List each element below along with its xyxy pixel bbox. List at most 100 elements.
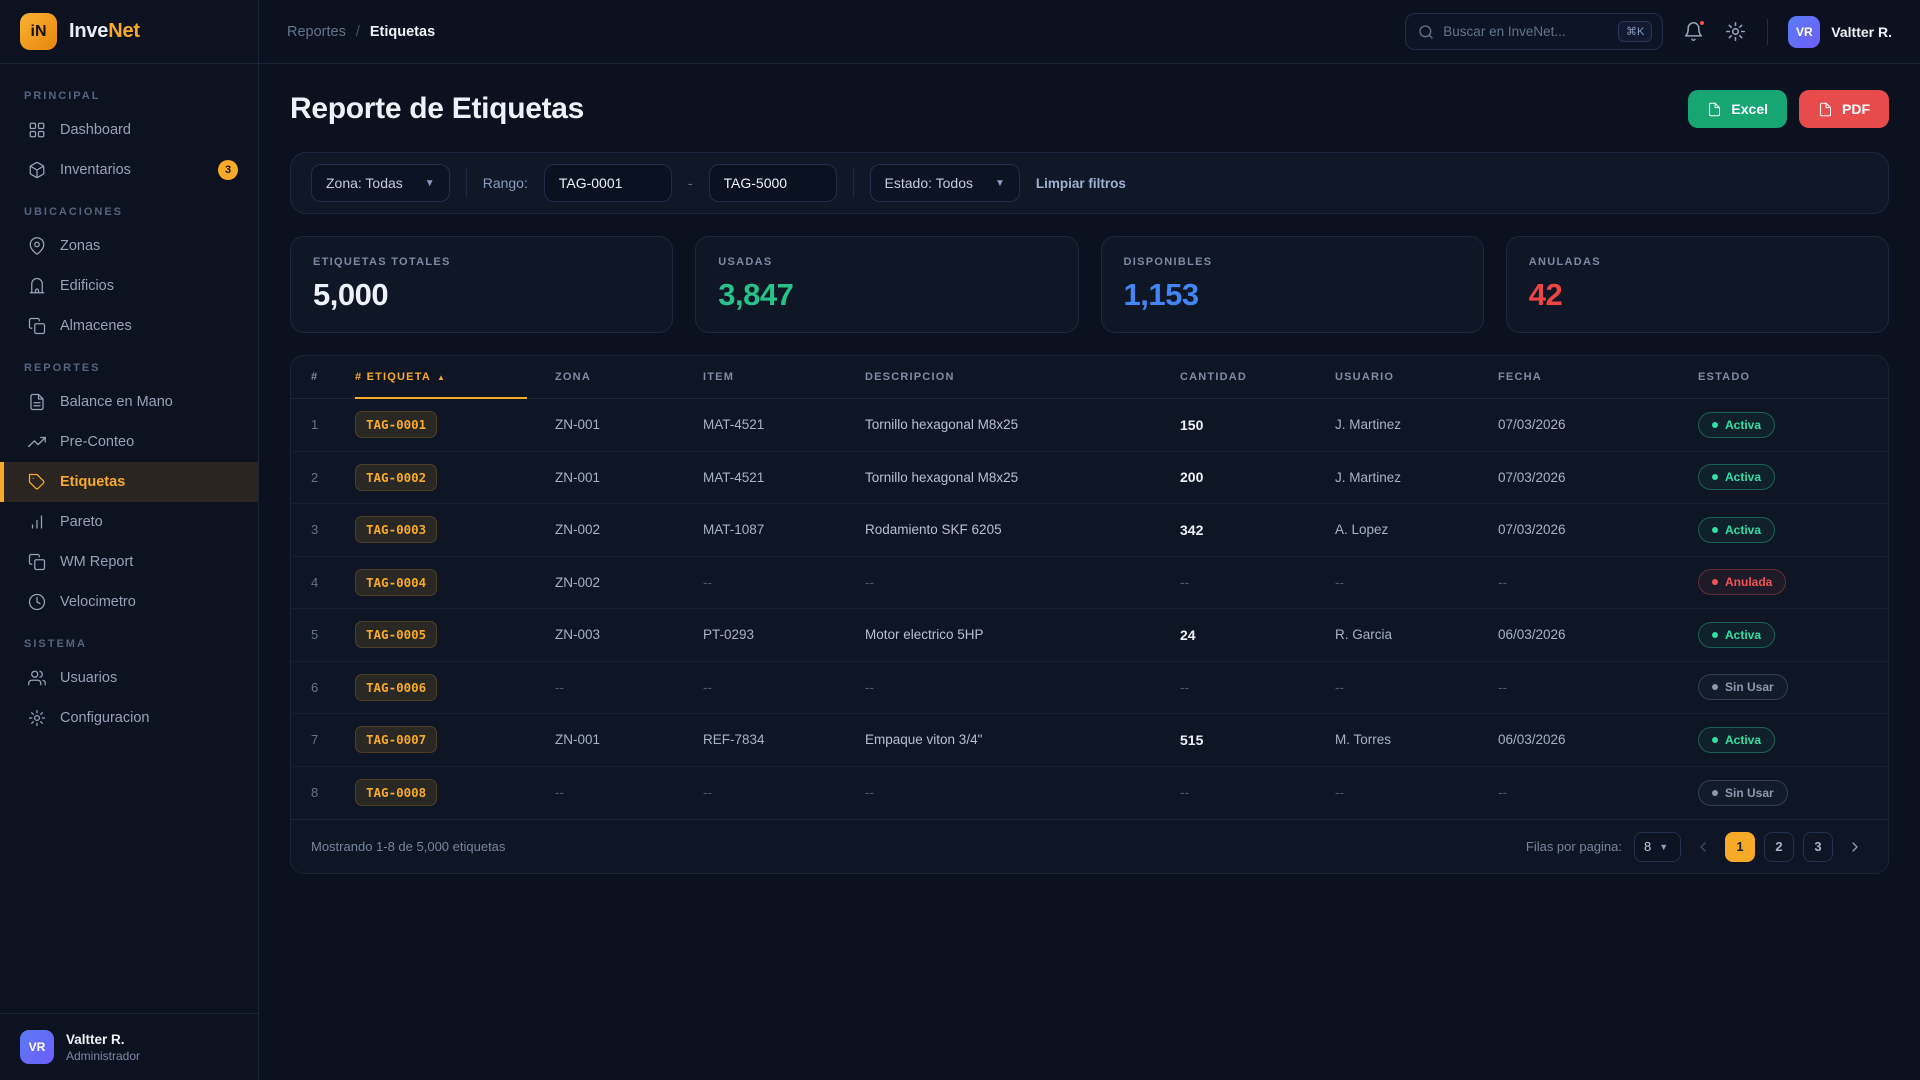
search-input[interactable] — [1443, 24, 1609, 39]
column-header-fecha[interactable]: FECHA — [1498, 371, 1698, 383]
sort-asc-icon: ▲ — [437, 373, 446, 382]
avatar: VR — [1788, 16, 1820, 48]
building-icon — [28, 277, 46, 295]
sidebar-item-zonas[interactable]: Zonas — [0, 226, 258, 266]
sidebar-item-edificios[interactable]: Edificios — [0, 266, 258, 306]
row-number: 3 — [311, 522, 355, 537]
sidebar-item-configuracion[interactable]: Configuracion — [0, 698, 258, 738]
page-button-2[interactable]: 2 — [1764, 832, 1794, 862]
rango-to-input[interactable] — [709, 164, 837, 202]
sidebar-item-pre-conteo[interactable]: Pre-Conteo — [0, 422, 258, 462]
settings-button[interactable] — [1725, 21, 1747, 43]
column-header-item[interactable]: ITEM — [703, 371, 865, 383]
cell-zona: ZN-001 — [555, 732, 703, 747]
map-pin-icon — [28, 237, 46, 255]
cell-usuario: -- — [1335, 680, 1498, 695]
sidebar-item-wm-report[interactable]: WM Report — [0, 542, 258, 582]
sidebar-item-label: Usuarios — [60, 670, 117, 686]
status-badge: Activa — [1698, 727, 1775, 753]
bar-chart-icon — [28, 513, 46, 531]
estado-filter-select[interactable]: Estado: Todos ▼ — [870, 164, 1020, 202]
search-shortcut: ⌘K — [1618, 21, 1652, 42]
brand: iN InveNet — [0, 0, 258, 64]
chevron-down-icon: ▼ — [995, 178, 1005, 189]
tag-badge: TAG-0005 — [355, 621, 437, 648]
cell-descripcion: Rodamiento SKF 6205 — [865, 522, 1180, 537]
sidebar-user-card[interactable]: VR Valtter R. Administrador — [0, 1013, 258, 1080]
cell-item: -- — [703, 575, 865, 590]
sidebar-item-label: Pareto — [60, 514, 103, 530]
trending-up-icon — [28, 433, 46, 451]
gear-icon — [28, 709, 46, 727]
sidebar-user-role: Administrador — [66, 1049, 140, 1063]
table-row[interactable]: 1TAG-0001ZN-001MAT-4521Tornillo hexagona… — [291, 399, 1888, 452]
page-button-1[interactable]: 1 — [1725, 832, 1755, 862]
stat-label: ANULADAS — [1529, 256, 1866, 268]
excel-export-button[interactable]: Excel — [1688, 90, 1787, 128]
status-badge: Sin Usar — [1698, 780, 1788, 806]
breadcrumb-parent[interactable]: Reportes — [287, 24, 346, 40]
file-icon — [1707, 102, 1722, 117]
sidebar-item-velocimetro[interactable]: Velocimetro — [0, 582, 258, 622]
sidebar-item-pareto[interactable]: Pareto — [0, 502, 258, 542]
global-search[interactable]: ⌘K — [1405, 13, 1663, 50]
button-label: Excel — [1731, 101, 1768, 117]
table-row[interactable]: 5TAG-0005ZN-003PT-0293Motor electrico 5H… — [291, 609, 1888, 662]
column-header-zona[interactable]: ZONA — [555, 371, 703, 383]
tag-icon — [28, 473, 46, 491]
export-actions: Excel PDF — [1688, 90, 1889, 128]
clock-icon — [28, 593, 46, 611]
cell-fecha: 06/03/2026 — [1498, 627, 1698, 642]
column-header-descripcion[interactable]: DESCRIPCION — [865, 371, 1180, 383]
notifications-button[interactable] — [1683, 21, 1705, 43]
table-row[interactable]: 4TAG-0004ZN-002----------Anulada — [291, 557, 1888, 610]
table-row[interactable]: 7TAG-0007ZN-001REF-7834Empaque viton 3/4… — [291, 714, 1888, 767]
cell-zona: ZN-003 — [555, 627, 703, 642]
table-header-row: ## ETIQUETA▲ZONAITEMDESCRIPCIONCANTIDADU… — [291, 356, 1888, 399]
page-buttons: 123 — [1725, 832, 1833, 862]
rows-per-page-select[interactable]: 8 ▼ — [1634, 832, 1681, 862]
stat-card: USADAS3,847 — [695, 236, 1078, 333]
cell-item: REF-7834 — [703, 732, 865, 747]
search-icon — [1418, 24, 1434, 40]
column-header-estado[interactable]: ESTADO — [1698, 371, 1868, 383]
column-header-etiqueta[interactable]: # ETIQUETA▲ — [355, 356, 555, 398]
sidebar-item-balance-en-mano[interactable]: Balance en Mano — [0, 382, 258, 422]
gear-icon — [1725, 21, 1746, 42]
table-row[interactable]: 6TAG-0006------------Sin Usar — [291, 662, 1888, 715]
rango-from-input[interactable] — [544, 164, 672, 202]
zona-filter-value: Zona: Todas — [326, 175, 403, 191]
table-row[interactable]: 2TAG-0002ZN-001MAT-4521Tornillo hexagona… — [291, 452, 1888, 505]
clear-filters-link[interactable]: Limpiar filtros — [1036, 176, 1126, 191]
sidebar-item-almacenes[interactable]: Almacenes — [0, 306, 258, 346]
table-body: 1TAG-0001ZN-001MAT-4521Tornillo hexagona… — [291, 399, 1888, 819]
column-header-usuario[interactable]: USUARIO — [1335, 371, 1498, 383]
tag-badge: TAG-0008 — [355, 779, 437, 806]
cell-fecha: -- — [1498, 680, 1698, 695]
page-button-3[interactable]: 3 — [1803, 832, 1833, 862]
column-header-cantidad[interactable]: CANTIDAD — [1180, 371, 1335, 383]
zona-filter-select[interactable]: Zona: Todas ▼ — [311, 164, 450, 202]
sidebar-item-usuarios[interactable]: Usuarios — [0, 658, 258, 698]
column-label: ESTADO — [1698, 371, 1750, 383]
cell-descripcion: -- — [865, 785, 1180, 800]
pagination-next-button[interactable] — [1842, 832, 1868, 862]
rows-per-page-value: 8 — [1644, 839, 1651, 854]
sidebar-item-label: Etiquetas — [60, 474, 125, 490]
cell-descripcion: Motor electrico 5HP — [865, 627, 1180, 642]
pagination-prev-button[interactable] — [1690, 832, 1716, 862]
table-row[interactable]: 8TAG-0008------------Sin Usar — [291, 767, 1888, 820]
stat-value: 42 — [1529, 277, 1866, 313]
column-header-[interactable]: # — [311, 371, 355, 383]
filter-divider — [466, 168, 467, 198]
pdf-export-button[interactable]: PDF — [1799, 90, 1889, 128]
cell-cantidad: 150 — [1180, 417, 1335, 433]
sidebar: iN InveNet PRINCIPALDashboardInventarios… — [0, 0, 259, 1080]
dashboard-icon — [28, 121, 46, 139]
sidebar-item-dashboard[interactable]: Dashboard — [0, 110, 258, 150]
topbar-user-menu[interactable]: VR Valtter R. — [1788, 16, 1892, 48]
sidebar-item-label: Zonas — [60, 238, 100, 254]
table-row[interactable]: 3TAG-0003ZN-002MAT-1087Rodamiento SKF 62… — [291, 504, 1888, 557]
sidebar-item-etiquetas[interactable]: Etiquetas — [0, 462, 258, 502]
sidebar-item-inventarios[interactable]: Inventarios3 — [0, 150, 258, 190]
